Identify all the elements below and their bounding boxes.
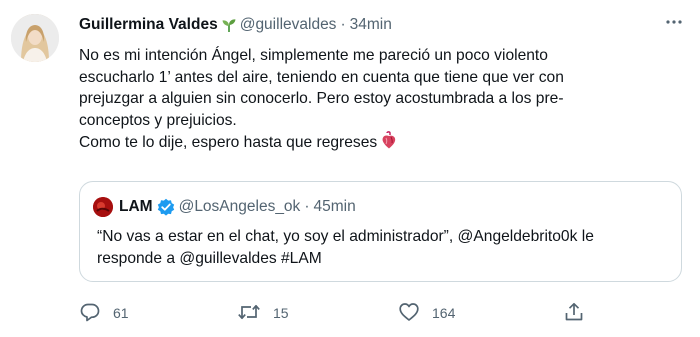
quoted-tweet-header: LAM @LosAngeles_ok · 45min (93, 196, 356, 218)
share-button[interactable] (563, 300, 585, 326)
author-handle[interactable]: @guillevaldes (240, 16, 337, 34)
separator-dot: · (304, 198, 310, 215)
tweet-text-line: No es mi intención Ángel, simplemente me… (79, 47, 548, 64)
seedling-icon (221, 17, 237, 33)
reply-button[interactable]: 61 (79, 300, 129, 326)
reply-icon (79, 301, 101, 326)
retweet-icon (237, 301, 261, 326)
author-avatar[interactable] (11, 14, 59, 62)
author-display-name[interactable]: Guillermina Valdes (79, 16, 218, 34)
reply-count: 61 (113, 305, 129, 321)
anatomical-heart-icon (381, 131, 397, 156)
quoted-author-avatar[interactable] (93, 197, 113, 217)
tweet-text: No es mi intención Ángel, simplemente me… (79, 45, 679, 156)
like-button[interactable]: 164 (398, 300, 455, 326)
tweet-actions: 61 15 164 (79, 300, 599, 326)
heart-icon (398, 301, 420, 326)
tweet-header: Guillermina Valdes @guillevaldes · 34min (79, 14, 392, 36)
quoted-tweet-timestamp[interactable]: 45min (313, 198, 355, 216)
more-icon[interactable] (662, 10, 686, 34)
like-count: 164 (432, 305, 456, 321)
tweet[interactable]: Guillermina Valdes @guillevaldes · 34min… (0, 0, 700, 337)
tweet-text-line: conceptos y prejuicios. (79, 111, 237, 129)
retweet-count: 15 (273, 305, 289, 321)
quoted-tweet-text-line: responde a @guillevaldes #LAM (97, 249, 322, 267)
quoted-tweet[interactable]: LAM @LosAngeles_ok · 45min “No vas a est… (79, 181, 682, 282)
separator-dot: · (340, 16, 346, 33)
tweet-text-line: escucharlo 1’ antes del aire, teniendo e… (79, 68, 564, 86)
quoted-tweet-text-line: “No vas a estar en el chat, yo soy el ad… (97, 228, 594, 245)
tweet-text-line-last: Como te lo dije, espero hasta que regres… (79, 131, 679, 156)
tweet-timestamp[interactable]: 34min (350, 16, 392, 34)
tweet-text-line: prejuzgar a alguien sin conocerlo. Pero … (79, 90, 564, 108)
quoted-tweet-text: “No vas a estar en el chat, yo soy el ad… (97, 226, 672, 269)
share-icon (563, 301, 585, 326)
verified-badge-icon (157, 198, 175, 216)
quoted-author-handle[interactable]: @LosAngeles_ok (179, 198, 301, 216)
retweet-button[interactable]: 15 (237, 300, 289, 326)
quoted-author-display-name[interactable]: LAM (119, 198, 153, 216)
tweet-text-line: Como te lo dije, espero hasta que regres… (79, 134, 378, 152)
